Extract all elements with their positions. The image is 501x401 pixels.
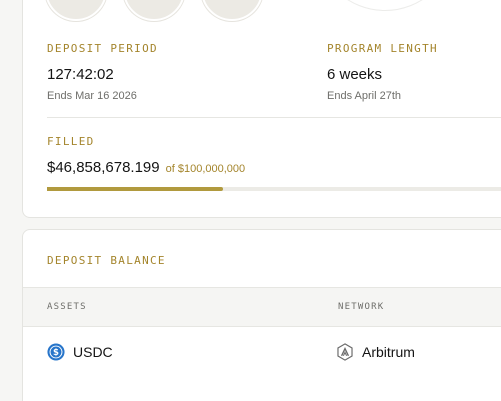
program-length-end-date: Ends April 27th <box>327 90 401 102</box>
deposit-period-countdown: 127:42:02 <box>47 66 114 83</box>
filled-progress-fill <box>47 187 223 191</box>
deposit-period-stat: DEPOSIT PERIOD 127:42:02 Ends Mar 16 202… <box>47 42 158 102</box>
program-length-value: 6 weeks <box>327 66 383 83</box>
filled-stat: FILLED $46,858,678.199 of $100,000,000 <box>47 135 501 176</box>
svg-text:$: $ <box>53 348 59 358</box>
filled-label: FILLED <box>47 135 95 148</box>
token-logo <box>123 0 185 21</box>
table-row[interactable]: $ USDC Arbitrum <box>23 327 501 377</box>
program-length-label: PROGRAM LENGTH <box>327 42 438 55</box>
table-header: ASSETS NETWORK <box>23 287 501 327</box>
filled-progress-bar <box>47 187 501 191</box>
token-logo <box>45 0 107 21</box>
deposit-balance-card: DEPOSIT BALANCE ASSETS NETWORK $ USDC Ar… <box>22 229 501 401</box>
usdc-icon: $ <box>47 343 65 361</box>
filled-amount: $46,858,678.199 <box>47 159 160 176</box>
deposit-period-end-date: Ends Mar 16 2026 <box>47 90 137 102</box>
asset-cell: $ USDC <box>47 343 113 361</box>
program-length-stat: PROGRAM LENGTH 6 weeks Ends April 27th <box>327 42 438 102</box>
divider <box>47 117 501 118</box>
deposit-period-label: DEPOSIT PERIOD <box>47 42 158 55</box>
column-header-assets: ASSETS <box>47 302 87 312</box>
program-overview-card: DEPOSIT PERIOD 127:42:02 Ends Mar 16 202… <box>22 0 501 218</box>
network-name: Arbitrum <box>362 344 415 360</box>
asset-name: USDC <box>73 344 113 360</box>
filled-cap: of $100,000,000 <box>165 163 246 175</box>
decorative-arc <box>315 0 455 11</box>
deposit-balance-title: DEPOSIT BALANCE <box>47 254 166 267</box>
network-cell: Arbitrum <box>336 343 415 361</box>
token-logos <box>23 0 501 21</box>
arbitrum-icon <box>336 343 354 361</box>
token-logo <box>201 0 263 21</box>
column-header-network: NETWORK <box>338 302 385 312</box>
